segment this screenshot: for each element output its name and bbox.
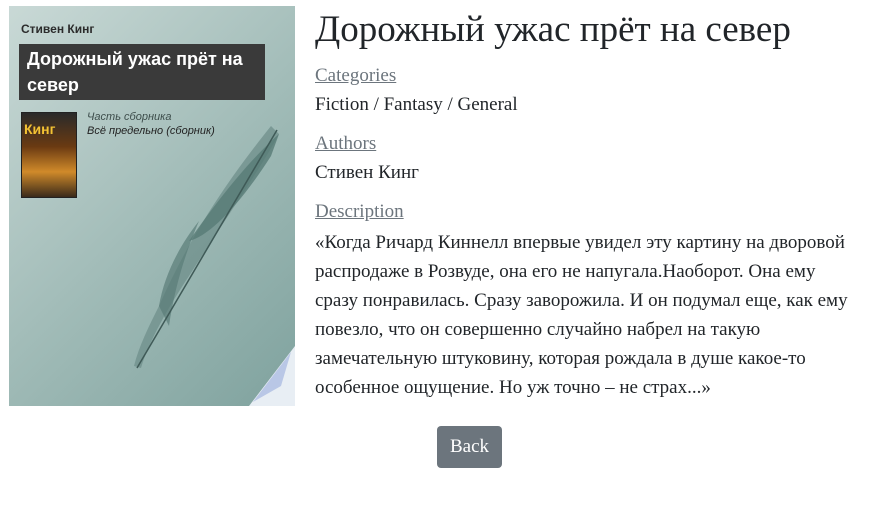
authors-label: Authors [315,133,377,154]
cover-author-text: Стивен Кинг [21,22,95,36]
authors-value: Стивен Кинг [315,162,419,183]
back-button[interactable]: Back [437,426,502,468]
book-cover-image: Стивен Кинг Дорожный ужас прёт на север … [9,6,295,406]
categories-label: Categories [315,65,397,86]
description-text: «Когда Ричард Киннелл впервые увидел эту… [315,232,848,398]
collection-brand-text: Кинг [24,121,56,137]
categories-value: Fiction / Fantasy / General [315,94,518,115]
cover-title-text: Дорожный ужас прёт на север [19,44,265,100]
book-title: Дорожный ужас прёт на север [315,9,791,50]
collection-thumbnail: Кинг [21,112,77,198]
cover-series-line1: Часть сборника [87,111,172,123]
cover-series-info: Часть сборника Всё предельно (сборник) [87,110,215,138]
description-label: Description [315,201,404,222]
cover-series-line2: Всё предельно (сборник) [87,125,215,137]
